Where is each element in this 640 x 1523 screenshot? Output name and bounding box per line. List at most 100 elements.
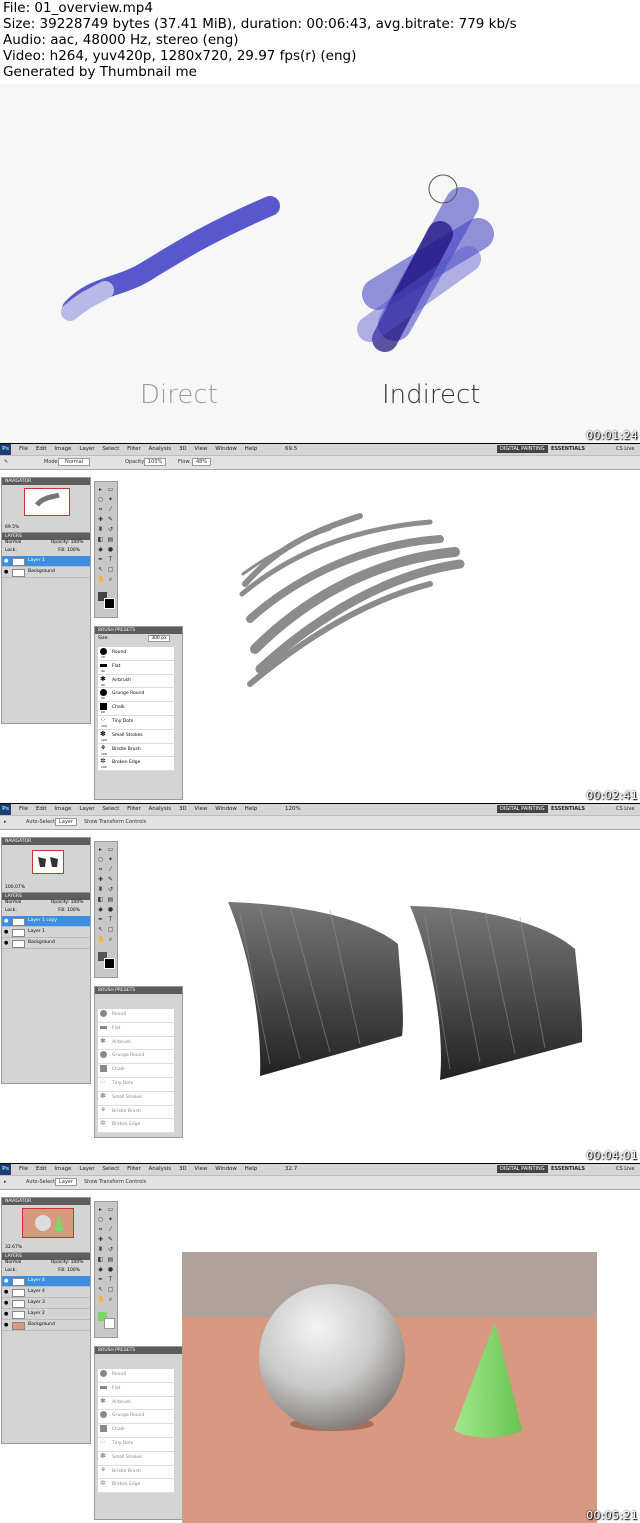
- menu-window[interactable]: Window: [215, 1164, 237, 1175]
- layer-thumbnail: [12, 1300, 25, 1308]
- layer-row[interactable]: ● Layer 4: [2, 1276, 90, 1287]
- workspace-essentials[interactable]: ESSENTIALS: [548, 1165, 588, 1173]
- eraser-tool-icon[interactable]: ◧: [97, 1256, 104, 1263]
- blur-tool-icon[interactable]: ◆: [97, 1266, 104, 1273]
- layer-name: Layer 4: [28, 1278, 45, 1283]
- layer-row[interactable]: ● Layer 3: [2, 1298, 90, 1309]
- file-info-header: File: 01_overview.mp4 Size: 39228749 byt…: [0, 0, 640, 84]
- menu-layer[interactable]: Layer: [79, 1164, 94, 1175]
- menu-file[interactable]: File: [19, 1164, 28, 1175]
- pen-tool-icon[interactable]: ✒: [97, 1276, 104, 1283]
- frame-2-photoshop-bristle: Ps File Edit Image Layer Select Filter A…: [0, 444, 640, 803]
- blend-select[interactable]: Normal: [5, 1260, 21, 1265]
- brush-presets-title: BRUSH PRESETS: [95, 1347, 182, 1354]
- brush-preset-item[interactable]: Chalk: [98, 1424, 174, 1438]
- crop-tool-icon[interactable]: ⌗: [97, 1226, 104, 1233]
- show-transform-checkbox[interactable]: Show Transform Controls: [84, 1179, 146, 1185]
- menu-analysis[interactable]: Analysis: [149, 1164, 172, 1175]
- move-tool-icon[interactable]: ▸: [4, 1179, 7, 1185]
- fill-label: Fill:: [58, 1268, 66, 1273]
- move-tool-icon[interactable]: ▸: [97, 1206, 104, 1213]
- still-life-canvas: [182, 1252, 597, 1523]
- timestamp: 00:02:41: [586, 789, 638, 802]
- brush-tool-icon[interactable]: ✎: [107, 1236, 114, 1243]
- menu-view[interactable]: View: [194, 1164, 207, 1175]
- brush-preset-item[interactable]: ✽ Small Strokes: [98, 1451, 174, 1466]
- navigator-thumbnail[interactable]: [22, 1208, 74, 1238]
- brush-preset-item[interactable]: Grunge Round: [98, 1410, 174, 1425]
- layers-opacity-label: Opacity:: [50, 1260, 70, 1265]
- heal-tool-icon[interactable]: ✚: [97, 1236, 104, 1243]
- type-tool-icon[interactable]: T: [107, 1276, 114, 1283]
- bristle-brush-icon: ⚘: [100, 1465, 107, 1474]
- eye-icon[interactable]: ●: [4, 1287, 8, 1297]
- workspace-digital-painting[interactable]: DIGITAL PAINTING: [497, 1165, 548, 1173]
- lasso-tool-icon[interactable]: ○: [97, 1216, 104, 1223]
- fill-value[interactable]: 100%: [67, 1268, 80, 1273]
- auto-select-dropdown[interactable]: Layer: [55, 1178, 77, 1186]
- broken-edge-icon: ✲: [100, 1479, 106, 1488]
- timestamp: 00:01:24: [586, 429, 638, 442]
- brush-name: Small Strokes: [112, 1454, 143, 1460]
- layer-row[interactable]: ● Layer 2: [2, 1309, 90, 1320]
- path-select-icon[interactable]: ↖: [97, 1286, 104, 1293]
- brush-presets-panel: BRUSH PRESETS Round Flat ✱ Airbrush Grung…: [94, 1346, 183, 1520]
- lock-label: Lock:: [5, 1268, 17, 1273]
- tiny-dots-icon: ⁘: [100, 1437, 106, 1446]
- navigator-panel: NAVIGATOR 32.67%: [1, 1197, 91, 1255]
- options-bar: ▸ Auto-Select: Layer Show Transform Cont…: [0, 1176, 640, 1190]
- marquee-tool-icon[interactable]: ▭: [107, 1206, 114, 1213]
- dodge-tool-icon[interactable]: ●: [107, 1266, 114, 1273]
- zoom-tool-icon[interactable]: ⌕: [107, 1296, 114, 1303]
- zoom-menu[interactable]: 32.7: [285, 1164, 297, 1175]
- audio-info: Audio: aac, 48000 Hz, stereo (eng): [3, 32, 239, 48]
- eye-icon[interactable]: ●: [4, 1309, 8, 1319]
- menu-edit[interactable]: Edit: [36, 1164, 47, 1175]
- brush-preset-item[interactable]: ⁘ Tiny Dots: [98, 1437, 174, 1452]
- menu-3d[interactable]: 3D: [179, 1164, 187, 1175]
- layer-row[interactable]: ● Background: [2, 1320, 90, 1331]
- layer-name: Layer 2: [28, 1311, 45, 1316]
- gradient-tool-icon[interactable]: ▤: [107, 1256, 114, 1263]
- brush-name: Bristle Brush: [112, 1468, 141, 1474]
- layers-opacity-value[interactable]: 100%: [71, 1260, 84, 1265]
- round-brush-icon: [100, 1370, 107, 1377]
- photoshop-logo: Ps: [0, 1164, 12, 1175]
- stamp-tool-icon[interactable]: ♜: [97, 1246, 104, 1253]
- eye-icon[interactable]: ●: [4, 1276, 8, 1286]
- layer-row[interactable]: ● Layer 4: [2, 1287, 90, 1298]
- video-info: Video: h264, yuv420p, 1280x720, 29.97 fp…: [3, 48, 357, 64]
- eye-icon[interactable]: ●: [4, 1320, 8, 1330]
- menu-filter[interactable]: Filter: [127, 1164, 141, 1175]
- label-direct: Direct: [140, 380, 218, 410]
- menu-image[interactable]: Image: [54, 1164, 71, 1175]
- label-indirect: Indirect: [382, 380, 481, 410]
- navigator-zoom[interactable]: 32.67%: [5, 1245, 22, 1250]
- brush-preset-item[interactable]: Round: [98, 1369, 174, 1383]
- airbrush-icon: ✱: [100, 1396, 106, 1405]
- brush-preset-item[interactable]: ✱ Airbrush: [98, 1396, 174, 1411]
- brush-preset-item[interactable]: ⚘ Bristle Brush: [98, 1465, 174, 1480]
- wall-background: [182, 1252, 597, 1317]
- cs-live[interactable]: CS Live: [613, 1165, 637, 1173]
- eye-icon[interactable]: ●: [4, 1298, 8, 1308]
- eyedropper-tool-icon[interactable]: ⁄: [107, 1226, 114, 1233]
- history-brush-icon[interactable]: ↺: [107, 1246, 114, 1253]
- brush-preset-item[interactable]: Flat: [98, 1382, 174, 1397]
- hand-tool-icon[interactable]: ✋: [97, 1296, 104, 1303]
- brush-name: Round: [112, 1372, 127, 1377]
- tools-panel: ▸ ▭ ○ ✦ ⌗ ⁄ ✚ ✎ ♜ ↺ ◧ ▤ ◆ ● ✒ T ↖ ▢ ✋ ⌕: [94, 1201, 118, 1338]
- curved-stroke-right: [410, 906, 583, 1080]
- menu-select[interactable]: Select: [102, 1164, 119, 1175]
- brush-preset-item[interactable]: ✲ Broken Edge: [98, 1479, 174, 1494]
- layer-name: Layer 4: [28, 1289, 45, 1294]
- wand-tool-icon[interactable]: ✦: [107, 1216, 114, 1223]
- background-color-swatch[interactable]: [104, 1318, 115, 1329]
- small-strokes-icon: ✽: [100, 1451, 106, 1460]
- brush-cursor: [428, 174, 458, 204]
- shape-tool-icon[interactable]: ▢: [107, 1286, 114, 1293]
- layers-panel: LAYERS Normal Opacity: 100% Lock: Fill: …: [1, 1252, 91, 1444]
- brush-name: Airbrush: [112, 1399, 131, 1405]
- auto-select-checkbox[interactable]: Auto-Select:: [26, 1179, 57, 1185]
- menu-help[interactable]: Help: [245, 1164, 258, 1175]
